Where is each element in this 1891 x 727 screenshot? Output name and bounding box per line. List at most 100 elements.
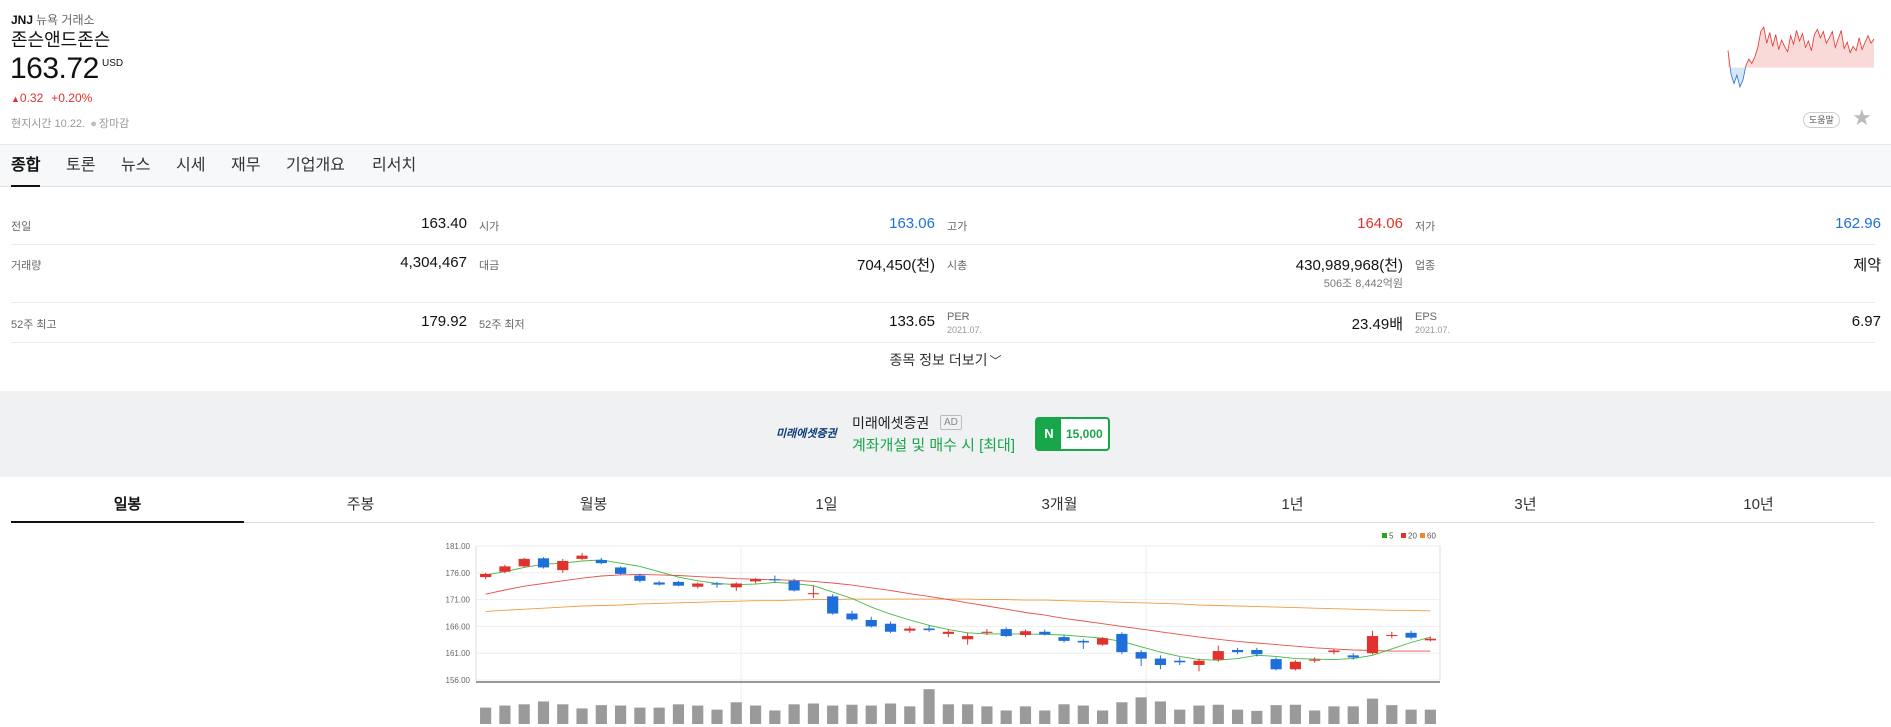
- period-tab-3m[interactable]: 3개월: [943, 490, 1176, 523]
- candle-body: [1000, 629, 1012, 637]
- period-tab-monthly[interactable]: 월봉: [477, 490, 710, 523]
- tab-quotes[interactable]: 시세: [176, 145, 205, 187]
- volume-bar: [942, 704, 954, 724]
- price-currency: USD: [102, 58, 124, 69]
- volume-bar: [1386, 705, 1398, 724]
- volume-bar: [480, 707, 492, 724]
- candle-body: [884, 623, 897, 632]
- y-tick-label: 176.00: [446, 569, 471, 578]
- more-info-toggle[interactable]: 종목 정보 더보기 ﹀: [0, 350, 1891, 370]
- candle-body: [1270, 659, 1282, 670]
- candle-body: [576, 555, 588, 559]
- candle-body: [1154, 658, 1167, 665]
- star-icon[interactable]: ★: [1852, 106, 1872, 130]
- candlestick-chart: 181.00 176.00 171.00 166.00 161.00 156.00 5 20 6…: [446, 532, 1441, 724]
- volume-bar: [1174, 709, 1186, 724]
- candle-body: [962, 636, 974, 640]
- candle-body: [1251, 649, 1263, 655]
- volume-bar: [672, 704, 685, 724]
- candle-body: [1077, 640, 1089, 643]
- volume-bar: [1135, 697, 1147, 724]
- ad-tag: AD: [940, 415, 962, 430]
- info-cell-eps: EPS 2021.07. 6.97: [1415, 303, 1881, 342]
- info-cell-prev-close: 전일 163.40: [11, 203, 477, 244]
- info-row: 전일 163.40 시가 163.06 고가 164.06 저가 162.96: [11, 203, 1881, 245]
- ad-description: 계좌개설 및 매수 시 [최대]: [852, 437, 1016, 454]
- tab-discussion[interactable]: 토론: [66, 145, 95, 187]
- tab-overview[interactable]: 종합: [11, 145, 41, 187]
- info-row: 52주 최고 179.92 52주 최저 133.65 PER 2021.07.…: [11, 303, 1881, 343]
- period-tab-daily[interactable]: 일봉: [11, 490, 244, 523]
- ad-brand: 미래에셋증권: [852, 415, 930, 431]
- volume-bar: [537, 701, 550, 724]
- current-price: 163.72: [10, 52, 99, 85]
- candle-body: [1174, 660, 1186, 663]
- info-value: 23.49배: [1351, 316, 1403, 333]
- info-label: EPS: [1415, 311, 1438, 323]
- volume-bar: [1193, 705, 1205, 724]
- help-button[interactable]: 도움말: [1803, 112, 1840, 128]
- volume-bar: [692, 705, 704, 724]
- info-label: 52주 최저: [479, 319, 525, 331]
- candle-body: [942, 631, 954, 634]
- candle-body: [865, 619, 877, 627]
- candle-body: [595, 559, 607, 564]
- candle-body: [1424, 638, 1436, 641]
- period-tab-weekly[interactable]: 주봉: [244, 490, 477, 523]
- info-label: 저가: [1415, 221, 1436, 233]
- legend-swatch: [1420, 533, 1425, 538]
- more-info-label: 종목 정보 더보기: [889, 352, 988, 368]
- info-cell-industry: 업종 제약: [1415, 245, 1881, 302]
- candle-body: [981, 631, 993, 633]
- tab-company-overview[interactable]: 기업개요: [286, 145, 345, 187]
- volume-bar: [653, 707, 665, 724]
- candle-body: [653, 582, 665, 585]
- candle-body: [1058, 637, 1070, 641]
- legend-swatch: [1401, 533, 1406, 538]
- tab-financials[interactable]: 재무: [231, 145, 260, 187]
- time-row: 현지시간 10.22. ● 장마감: [11, 115, 129, 131]
- y-tick-label: 156.00: [446, 676, 471, 685]
- volume-bar: [749, 705, 762, 724]
- period-tab-10y[interactable]: 10년: [1642, 490, 1875, 523]
- plot-frame: [475, 545, 1441, 681]
- info-cell-per: PER 2021.07. 23.49배: [947, 303, 1413, 342]
- info-cell-52w-high: 52주 최고 179.92: [11, 303, 477, 342]
- price-change: ▲0.32 +0.20%: [11, 91, 92, 105]
- info-sub-label: 2021.07.: [947, 325, 983, 335]
- volume-bar: [1270, 705, 1282, 724]
- candle-body: [557, 561, 569, 571]
- candle-body: [769, 579, 781, 581]
- period-tab-1y[interactable]: 1년: [1176, 490, 1409, 523]
- volume-bar: [615, 705, 627, 724]
- candle-body: [480, 573, 492, 578]
- volume-bar: [1212, 704, 1224, 724]
- candle-body: [788, 580, 800, 591]
- info-cell-low: 저가 162.96: [1415, 203, 1881, 244]
- info-label: 시가: [479, 221, 500, 233]
- up-triangle-icon: ▲: [11, 94, 20, 104]
- period-tab-3y[interactable]: 3년: [1409, 490, 1642, 523]
- ticker-symbol: JNJ: [11, 13, 34, 27]
- info-label: 고가: [947, 221, 968, 233]
- info-label: 거래량: [11, 260, 42, 272]
- candle-body: [1019, 631, 1032, 635]
- chevron-down-icon: ﹀: [989, 354, 1002, 368]
- volume-bar: [962, 704, 974, 724]
- volume-bar: [499, 705, 511, 724]
- tab-research[interactable]: 리서치: [372, 145, 416, 187]
- candle-body: [1309, 659, 1321, 661]
- info-value: 6.97: [1851, 313, 1881, 330]
- info-value: 163.06: [889, 215, 935, 232]
- dot-icon: ●: [90, 118, 97, 130]
- info-cell-market-cap: 시총 430,989,968(천) 506조 8,442억원: [947, 245, 1413, 302]
- tab-news[interactable]: 뉴스: [121, 145, 150, 187]
- period-tab-1d[interactable]: 1일: [710, 490, 943, 523]
- volume-bar: [1039, 710, 1051, 724]
- volume-bar: [711, 709, 723, 724]
- candle-body: [1347, 655, 1359, 658]
- volume-bar: [1347, 706, 1359, 724]
- ad-banner[interactable]: 미래에셋증권 미래에셋증권 AD 계좌개설 및 매수 시 [최대] N 15,0…: [0, 391, 1891, 477]
- ad-point-badge: N 15,000: [1035, 417, 1110, 451]
- volume-bar: [1231, 709, 1244, 724]
